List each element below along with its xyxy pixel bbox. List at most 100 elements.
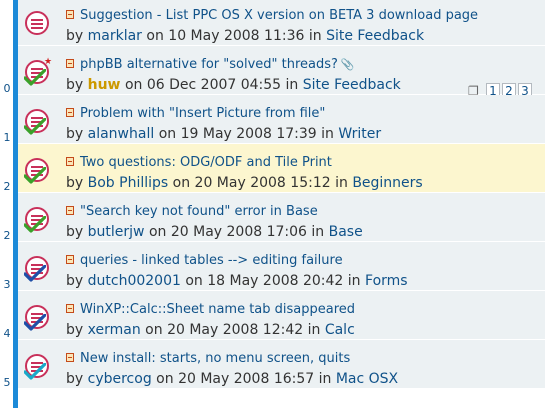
topic-row[interactable]: Suggestion - List PPC OS X version on BE… xyxy=(18,0,545,46)
topic-list: Suggestion - List PPC OS X version on BE… xyxy=(4,0,545,389)
topic-status-icon: ★ xyxy=(24,57,54,89)
reply-count: 4 xyxy=(3,327,11,340)
author-link[interactable]: alanwhall xyxy=(88,126,155,142)
topic-title-line: WinXP::Calc::Sheet name tab disappeared xyxy=(66,302,355,317)
topic-row[interactable]: 4 WinXP::Calc::Sheet name tab disappeare… xyxy=(4,291,545,340)
on-label: on xyxy=(185,273,203,289)
post-date: 20 May 2008 12:42 xyxy=(167,322,304,338)
by-label: by xyxy=(66,175,84,191)
star-icon: ★ xyxy=(44,57,53,67)
on-label: on xyxy=(172,175,191,191)
reply-count: 3 xyxy=(3,278,11,291)
topic-meta: by alanwhall on 19 May 2008 17:39 in Wri… xyxy=(66,126,381,142)
in-label: in xyxy=(307,322,321,338)
author-link[interactable]: dutch002001 xyxy=(88,273,181,289)
in-label: in xyxy=(335,175,348,191)
replied-check-icon xyxy=(24,69,46,86)
on-label: on xyxy=(124,77,143,93)
topic-status-icon xyxy=(24,157,54,187)
author-link[interactable]: xerman xyxy=(88,322,141,338)
topic-meta: by xerman on 20 May 2008 12:42 in Calc xyxy=(66,322,355,338)
topic-row[interactable]: 1 Problem with "Insert Picture from file… xyxy=(4,95,545,144)
topic-row[interactable]: 0 ★ phpBB alternative for "solved" threa… xyxy=(4,46,545,99)
reply-count: 2 xyxy=(3,180,11,193)
topic-title-line: phpBB alternative for "solved" threads? 📎 xyxy=(66,57,355,72)
topic-title-link[interactable]: queries - linked tables --> editing fail… xyxy=(80,253,343,268)
in-label: in xyxy=(347,273,361,289)
topic-title-line: queries - linked tables --> editing fail… xyxy=(66,253,343,268)
post-date: 19 May 2008 17:39 xyxy=(180,126,317,142)
reply-count: 1 xyxy=(3,131,11,144)
author-link[interactable]: Bob Phillips xyxy=(88,175,169,191)
reply-count: 2 xyxy=(3,229,11,242)
forum-link[interactable]: Base xyxy=(329,224,363,240)
post-icon[interactable] xyxy=(66,206,74,215)
topic-title-link[interactable]: New install: starts, no menu screen, qui… xyxy=(80,351,350,366)
forum-link[interactable]: Beginners xyxy=(352,175,422,191)
forum-link[interactable]: Forms xyxy=(365,273,408,289)
topic-line-icon xyxy=(31,19,43,21)
topic-row[interactable]: 3 queries - linked tables --> editing fa… xyxy=(4,242,545,291)
topic-line-icon xyxy=(31,27,43,29)
post-icon[interactable] xyxy=(66,10,74,19)
author-link[interactable]: marklar xyxy=(88,28,142,44)
post-icon[interactable] xyxy=(66,59,74,68)
topic-meta: by marklar on 10 May 2008 11:36 in Site … xyxy=(66,28,424,44)
author-link[interactable]: butlerjw xyxy=(88,224,145,240)
topic-title-link[interactable]: Suggestion - List PPC OS X version on BE… xyxy=(80,8,478,23)
topic-meta: by Bob Phillips on 20 May 2008 15:12 in … xyxy=(66,175,423,191)
topic-meta: by butlerjw on 20 May 2008 17:06 in Base xyxy=(66,224,363,240)
topic-title-link[interactable]: WinXP::Calc::Sheet name tab disappeared xyxy=(80,302,355,317)
on-label: on xyxy=(146,28,164,44)
reply-count: 0 xyxy=(3,82,11,95)
by-label: by xyxy=(66,28,84,44)
topic-line-icon xyxy=(31,23,43,25)
topic-status-icon xyxy=(24,304,54,334)
reply-count: 5 xyxy=(3,376,11,389)
topic-status-icon xyxy=(24,108,54,138)
topic-meta: by huw on 06 Dec 2007 04:55 in Site Feed… xyxy=(66,77,401,93)
post-icon[interactable] xyxy=(66,255,74,264)
post-date: 20 May 2008 15:12 xyxy=(194,175,331,191)
topic-title-line: Two questions: ODG/ODF and Tile Print xyxy=(66,155,332,170)
topic-title-line: "Search key not found" error in Base xyxy=(66,204,318,219)
by-label: by xyxy=(66,273,84,289)
replied-check-icon xyxy=(24,314,46,331)
topic-title-link[interactable]: Problem with "Insert Picture from file" xyxy=(80,106,325,121)
post-icon[interactable] xyxy=(66,157,74,166)
by-label: by xyxy=(66,77,84,93)
in-label: in xyxy=(311,224,325,240)
post-date: 06 Dec 2007 04:55 xyxy=(146,77,282,93)
topic-meta: by dutch002001 on 18 May 2008 20:42 in F… xyxy=(66,273,408,289)
forum-link[interactable]: Site Feedback xyxy=(326,28,424,44)
topic-title-link[interactable]: Two questions: ODG/ODF and Tile Print xyxy=(80,155,332,170)
topic-row[interactable]: 2 "Search key not found" error in Base b… xyxy=(4,193,545,242)
replied-check-icon xyxy=(24,167,46,184)
paperclip-icon: 📎 xyxy=(340,58,355,71)
topic-meta: by cybercog on 20 May 2008 16:57 in Mac … xyxy=(66,371,398,387)
forum-link[interactable]: Site Feedback xyxy=(303,77,401,93)
topic-status-icon xyxy=(24,206,54,236)
post-icon[interactable] xyxy=(66,304,74,313)
author-link[interactable]: huw xyxy=(88,77,121,93)
topic-status-icon xyxy=(24,255,54,285)
on-label: on xyxy=(148,224,167,240)
author-link[interactable]: cybercog xyxy=(88,371,152,387)
forum-link[interactable]: Mac OSX xyxy=(336,371,398,387)
topic-row[interactable]: 5 New install: starts, no menu screen, q… xyxy=(4,340,545,389)
forum-link[interactable]: Writer xyxy=(338,126,381,142)
topic-title-line: Suggestion - List PPC OS X version on BE… xyxy=(66,8,478,23)
post-date: 20 May 2008 17:06 xyxy=(170,224,307,240)
in-label: in xyxy=(318,371,332,387)
topic-row[interactable]: 2 Two questions: ODG/ODF and Tile Print … xyxy=(4,144,545,193)
post-date: 20 May 2008 16:57 xyxy=(178,371,315,387)
replied-check-icon xyxy=(24,118,46,135)
topic-title-link[interactable]: phpBB alternative for "solved" threads? xyxy=(80,57,338,72)
by-label: by xyxy=(66,322,84,338)
forum-link[interactable]: Calc xyxy=(325,322,355,338)
topic-status-icon xyxy=(24,10,54,40)
post-icon[interactable] xyxy=(66,353,74,362)
on-label: on xyxy=(158,126,177,142)
post-icon[interactable] xyxy=(66,108,74,117)
topic-title-link[interactable]: "Search key not found" error in Base xyxy=(80,204,318,219)
